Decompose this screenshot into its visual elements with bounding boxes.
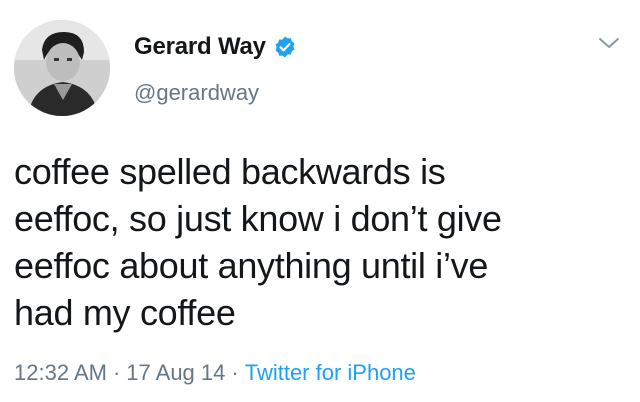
chevron-down-icon[interactable]	[598, 36, 620, 50]
separator: ·	[231, 360, 239, 385]
tweet-text-line: coffee spelled backwards is	[14, 151, 446, 192]
verified-badge-icon	[273, 35, 297, 59]
tweet-text-line: eeffoc about anything until i’ve	[14, 245, 489, 286]
tweet-text: coffee spelled backwards is eeffoc, so j…	[14, 148, 614, 336]
tweet-source-link[interactable]: Twitter for iPhone	[245, 360, 416, 385]
display-name[interactable]: Gerard Way	[134, 33, 266, 61]
avatar[interactable]	[14, 20, 110, 116]
tweet-card: Gerard Way @gerardway coffee spelled bac…	[0, 0, 640, 402]
tweet-text-line: eeffoc, so just know i don’t give	[14, 198, 502, 239]
user-handle[interactable]: @gerardway	[134, 80, 259, 106]
tweet-text-line: had my coffee	[14, 292, 236, 333]
tweet-time[interactable]: 12:32 AM	[14, 360, 107, 385]
tweet-metadata: 12:32 AM · 17 Aug 14 · Twitter for iPhone	[14, 360, 416, 386]
author-row: Gerard Way	[134, 32, 297, 62]
separator: ·	[112, 360, 121, 385]
tweet-date[interactable]: 17 Aug 14	[126, 360, 225, 385]
